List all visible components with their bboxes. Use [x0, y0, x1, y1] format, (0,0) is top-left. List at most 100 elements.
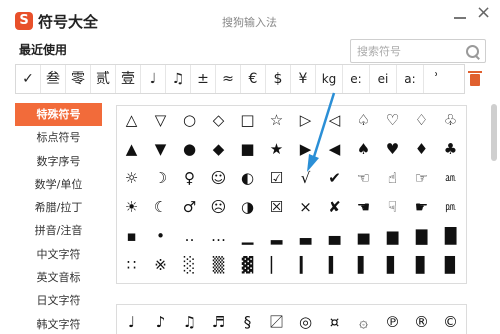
symbol-cell[interactable]: ♣ [436, 135, 465, 164]
recent-symbol[interactable]: 零 [66, 65, 91, 93]
symbol-cell[interactable]: █ [436, 222, 465, 251]
symbol-cell[interactable]: ▪ [117, 222, 146, 251]
symbol-cell[interactable]: ♪ [146, 305, 175, 334]
symbol-cell[interactable]: ▶ [291, 135, 320, 164]
symbol-cell[interactable]: ♀ [175, 164, 204, 193]
symbol-cell[interactable]: ♤ [349, 106, 378, 135]
symbol-cell[interactable]: △ [117, 106, 146, 135]
recent-symbol[interactable]: a: [397, 65, 424, 93]
symbol-cell[interactable]: ♂ [175, 193, 204, 222]
symbol-cell[interactable]: ㏂ [436, 164, 465, 193]
recent-symbol[interactable]: ✓ [16, 65, 41, 93]
recent-symbol[interactable]: ʾ [424, 65, 449, 93]
sidebar-item[interactable]: 标点符号 [15, 126, 102, 149]
minimize-button[interactable] [453, 7, 467, 21]
symbol-cell[interactable]: ۞ [349, 305, 378, 334]
symbol-cell[interactable]: ☹ [204, 193, 233, 222]
symbol-cell[interactable]: ☆ [262, 106, 291, 135]
recent-symbol[interactable]: ¥ [291, 65, 316, 93]
sidebar-item[interactable]: 英文音标 [15, 266, 102, 289]
symbol-cell[interactable]: ♠ [349, 135, 378, 164]
sidebar-item[interactable]: 特殊符号 [15, 103, 102, 127]
symbol-cell[interactable]: ㏘ [436, 193, 465, 222]
symbol-cell[interactable]: ◁ [320, 106, 349, 135]
sidebar-item[interactable]: 数字序号 [15, 150, 102, 173]
symbol-cell[interactable]: ※ [146, 251, 175, 280]
symbol-cell[interactable]: ✔ [320, 164, 349, 193]
symbol-cell[interactable]: ☺ [204, 164, 233, 193]
symbol-cell[interactable]: ◇ [204, 106, 233, 135]
symbol-cell[interactable]: ▓ [233, 251, 262, 280]
symbol-cell[interactable]: ☾ [146, 193, 175, 222]
symbol-cell[interactable]: ▼ [146, 135, 175, 164]
symbol-cell[interactable]: ℗ [378, 305, 407, 334]
symbol-cell[interactable]: ● [175, 135, 204, 164]
symbol-cell[interactable]: ▌ [349, 251, 378, 280]
symbol-cell[interactable]: ◎ [291, 305, 320, 334]
trash-icon[interactable] [468, 70, 482, 86]
symbol-cell[interactable]: ★ [262, 135, 291, 164]
symbol-cell[interactable]: ∷ [117, 251, 146, 280]
recent-symbol[interactable]: ei [370, 65, 397, 93]
symbol-cell[interactable]: ♦ [407, 135, 436, 164]
symbol-cell[interactable]: ▅ [349, 222, 378, 251]
symbol-cell[interactable]: ▇ [407, 222, 436, 251]
symbol-cell[interactable]: ▁ [233, 222, 262, 251]
symbol-cell[interactable]: ♫ [175, 305, 204, 334]
symbol-cell[interactable]: • [146, 222, 175, 251]
symbol-cell[interactable]: ☜ [349, 164, 378, 193]
symbol-cell[interactable]: √ [291, 164, 320, 193]
symbol-cell[interactable]: ▍ [320, 251, 349, 280]
symbol-cell[interactable]: ♥ [378, 135, 407, 164]
sidebar-item[interactable]: 数学/单位 [15, 173, 102, 196]
symbol-cell[interactable]: § [233, 305, 262, 334]
symbol-cell[interactable]: © [436, 305, 465, 334]
sidebar-item[interactable]: 韩文字符 [15, 313, 102, 334]
recent-symbol[interactable]: $ [266, 65, 291, 93]
symbol-cell[interactable]: ☼ [117, 164, 146, 193]
symbol-cell[interactable]: ♧ [436, 106, 465, 135]
symbol-cell[interactable]: ▽ [146, 106, 175, 135]
sidebar-item[interactable]: 中文字符 [15, 243, 102, 266]
recent-symbol[interactable]: e: [343, 65, 370, 93]
symbol-cell[interactable]: ▋ [378, 251, 407, 280]
symbol-cell[interactable]: ◐ [233, 164, 262, 193]
symbol-cell[interactable]: ▎ [291, 251, 320, 280]
symbol-cell[interactable]: ☛ [407, 193, 436, 222]
symbol-cell[interactable]: × [291, 193, 320, 222]
symbol-cell[interactable]: ◆ [204, 135, 233, 164]
symbol-cell[interactable]: ▏ [262, 251, 291, 280]
recent-symbol[interactable]: 贰 [91, 65, 116, 93]
symbol-cell[interactable]: ☝ [378, 164, 407, 193]
sidebar-item[interactable]: 日文字符 [15, 289, 102, 312]
symbol-cell[interactable]: ☽ [146, 164, 175, 193]
symbol-cell[interactable]: ◀ [320, 135, 349, 164]
search-box[interactable] [350, 39, 486, 63]
symbol-cell[interactable]: ♢ [407, 106, 436, 135]
symbol-cell[interactable]: ▒ [204, 251, 233, 280]
symbol-cell[interactable]: ▂ [262, 222, 291, 251]
recent-symbol[interactable]: kg [316, 65, 343, 93]
symbol-cell[interactable]: ® [407, 305, 436, 334]
symbol-cell[interactable]: ☑ [262, 164, 291, 193]
symbol-cell[interactable]: ‥ [175, 222, 204, 251]
recent-symbol[interactable]: 叁 [41, 65, 66, 93]
symbol-cell[interactable]: ■ [233, 135, 262, 164]
symbol-cell[interactable]: 〼 [262, 305, 291, 334]
symbol-cell[interactable]: ¤ [320, 305, 349, 334]
symbol-cell[interactable]: ☞ [407, 164, 436, 193]
sidebar-item[interactable]: 希腊/拉丁 [15, 196, 102, 219]
symbol-cell[interactable]: ☀ [117, 193, 146, 222]
symbol-cell[interactable]: ♡ [378, 106, 407, 135]
symbol-cell[interactable]: ▆ [378, 222, 407, 251]
scrollbar[interactable] [489, 104, 499, 334]
symbol-cell[interactable]: ▷ [291, 106, 320, 135]
search-input[interactable] [357, 44, 457, 59]
symbol-cell[interactable]: ☚ [349, 193, 378, 222]
recent-symbol[interactable]: 壹 [116, 65, 141, 93]
symbol-cell[interactable]: ▊ [407, 251, 436, 280]
symbol-cell[interactable]: ♬ [204, 305, 233, 334]
symbol-cell[interactable]: ☒ [262, 193, 291, 222]
symbol-cell[interactable]: □ [233, 106, 262, 135]
sidebar-item[interactable]: 拼音/注音 [15, 219, 102, 242]
